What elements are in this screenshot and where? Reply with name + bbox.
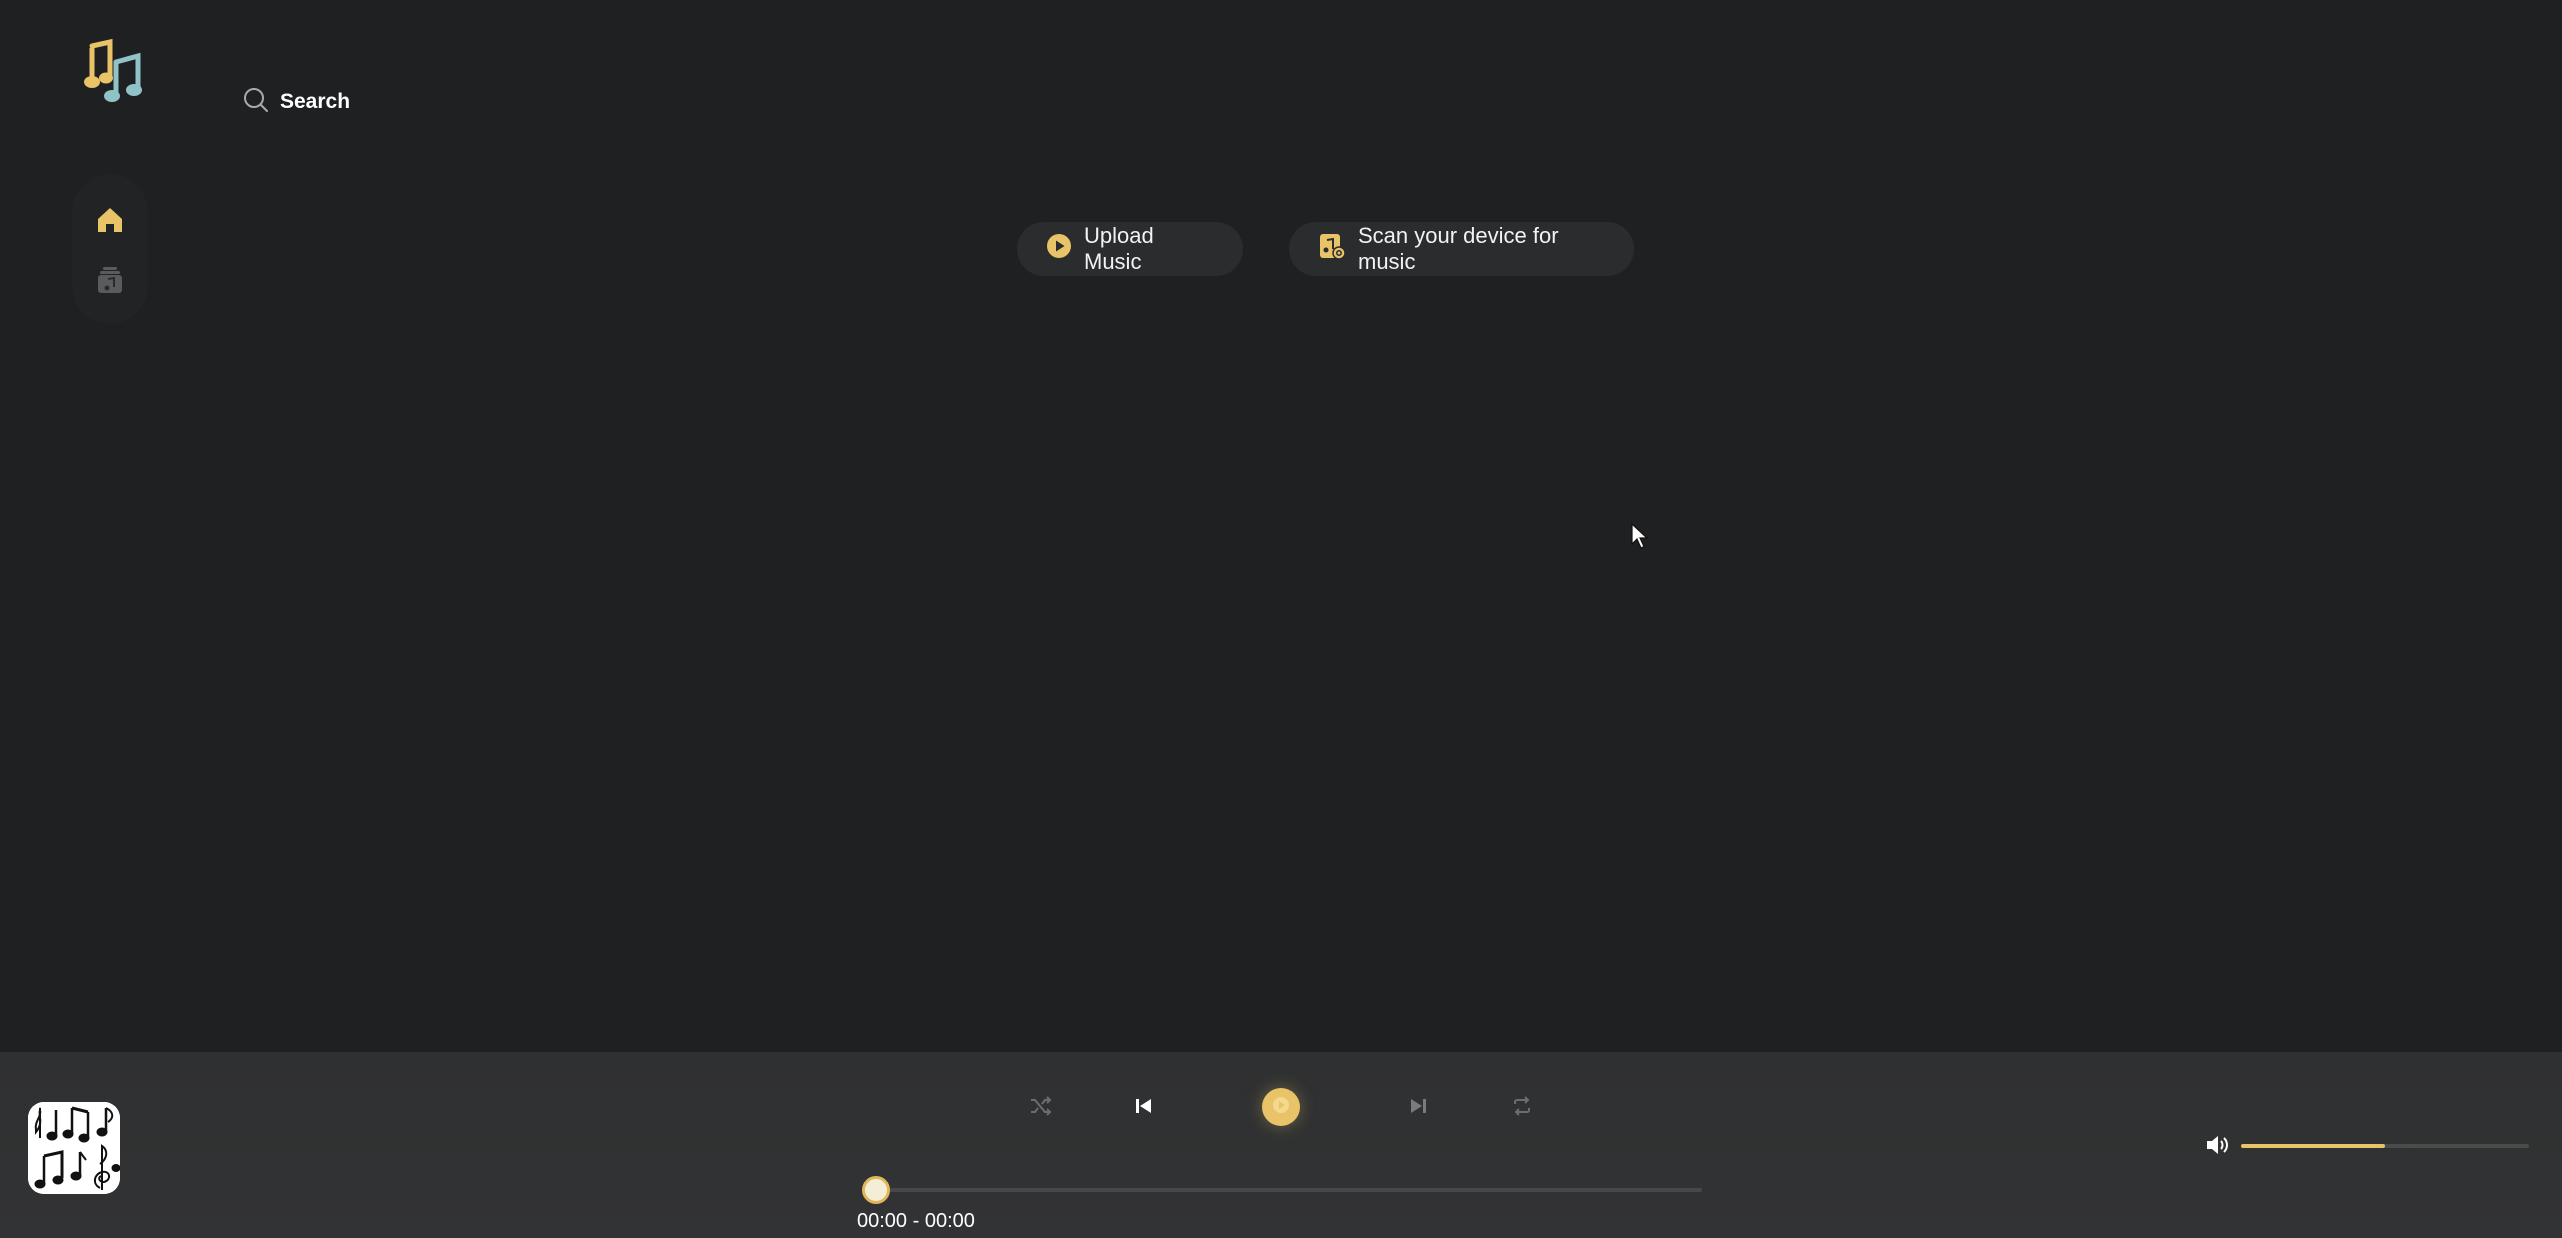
next-icon <box>1407 1095 1429 1122</box>
volume-icon[interactable] <box>2204 1132 2230 1163</box>
search-input[interactable]: Search <box>242 84 350 120</box>
sidebar-nav <box>72 174 148 324</box>
main-content: Search Upload Music Scan your device for… <box>0 0 2562 1052</box>
shuffle-icon <box>1028 1094 1052 1123</box>
mouse-cursor-icon <box>1630 522 1650 555</box>
scan-device-button[interactable]: Scan your device for music <box>1289 222 1634 276</box>
play-button[interactable] <box>1262 1088 1300 1126</box>
music-notes-cover-art <box>28 1102 120 1194</box>
music-app: Search Upload Music Scan your device for… <box>0 0 2562 1238</box>
search-icon <box>242 86 270 119</box>
music-library-icon <box>95 265 125 300</box>
scan-device-label: Scan your device for music <box>1358 223 1559 274</box>
previous-button[interactable] <box>1130 1094 1158 1122</box>
music-file-scan-icon <box>1318 232 1346 266</box>
action-buttons: Upload Music Scan your device for music <box>1017 222 1634 276</box>
progress-slider[interactable] <box>862 1176 1702 1204</box>
music-notes-icon <box>82 38 146 106</box>
player-bar: 00:00 - 00:00 <box>0 1052 2562 1238</box>
volume-fill <box>2241 1144 2385 1148</box>
time-display: 00:00 - 00:00 <box>857 1210 975 1232</box>
next-button[interactable] <box>1404 1094 1432 1122</box>
previous-icon <box>1133 1095 1155 1122</box>
play-icon <box>1272 1096 1290 1119</box>
upload-music-label: Upload Music <box>1084 223 1154 274</box>
shuffle-button[interactable] <box>1026 1094 1054 1122</box>
search-label: Search <box>280 90 351 113</box>
repeat-icon <box>1510 1094 1534 1123</box>
volume-slider[interactable] <box>2241 1144 2529 1148</box>
upload-music-button[interactable]: Upload Music <box>1017 222 1243 276</box>
repeat-button[interactable] <box>1508 1094 1536 1122</box>
sidebar-item-home[interactable] <box>90 202 130 242</box>
sidebar-item-library[interactable] <box>90 262 130 302</box>
home-icon <box>95 205 125 240</box>
play-circle-icon <box>1046 233 1072 265</box>
progress-thumb[interactable] <box>862 1176 890 1204</box>
